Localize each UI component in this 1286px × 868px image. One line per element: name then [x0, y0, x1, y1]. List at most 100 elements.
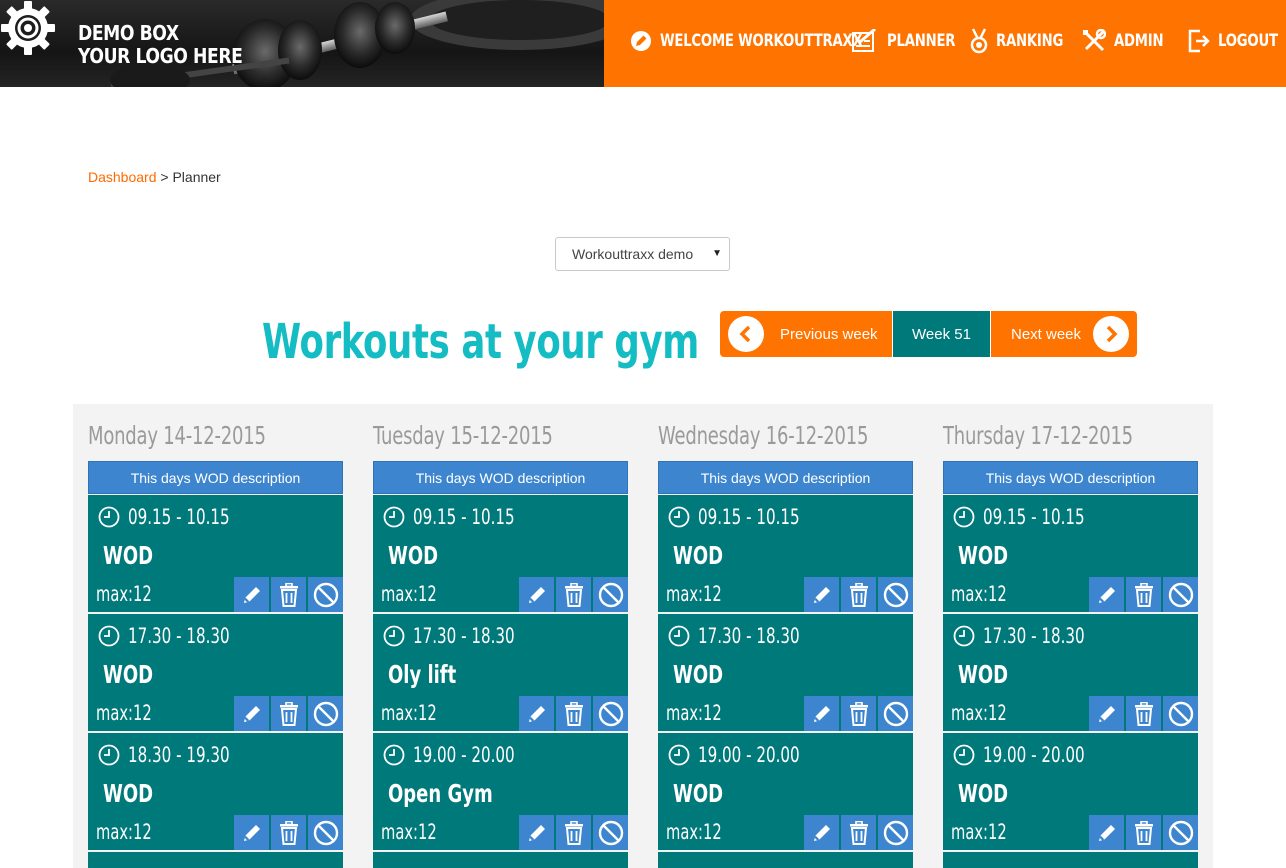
brand-text: DEMO BOX YOUR LOGO HERE: [78, 22, 243, 68]
delete-session-button[interactable]: [841, 577, 876, 612]
session-time-text: 19.00 - 20.00: [983, 743, 1085, 767]
delete-session-button[interactable]: [556, 696, 591, 731]
session-card[interactable]: 09.15 - 10.15 WOD max:12: [88, 495, 343, 612]
previous-week-label: Previous week: [780, 325, 878, 343]
cancel-session-button[interactable]: [1163, 815, 1198, 850]
session-max: max:12: [381, 582, 437, 606]
session-card-partial[interactable]: [658, 852, 913, 868]
session-card[interactable]: 19.00 - 20.00 WOD max:12: [943, 733, 1198, 850]
delete-session-button[interactable]: [1126, 577, 1161, 612]
cancel-session-button[interactable]: [878, 696, 913, 731]
session-time: 19.00 - 20.00: [383, 743, 554, 767]
edit-session-button[interactable]: [519, 577, 554, 612]
clock-icon: [668, 744, 690, 766]
session-time: 19.00 - 20.00: [953, 743, 1124, 767]
wod-description-button[interactable]: This days WOD description: [658, 461, 913, 494]
session-actions: [802, 696, 913, 731]
trash-icon: [279, 701, 298, 726]
day-title: Wednesday 16-12-2015: [658, 421, 869, 450]
session-card[interactable]: 17.30 - 18.30 Oly lift max:12: [373, 614, 628, 731]
delete-session-button[interactable]: [556, 577, 591, 612]
delete-session-button[interactable]: [841, 815, 876, 850]
session-card[interactable]: 17.30 - 18.30 WOD max:12: [658, 614, 913, 731]
week-navigation: Previous week Week 51 Next week: [720, 311, 1137, 357]
delete-session-button[interactable]: [556, 815, 591, 850]
day-column: Monday 14-12-2015 This days WOD descripti…: [88, 404, 343, 868]
session-card-partial[interactable]: [88, 852, 343, 868]
cancel-session-button[interactable]: [1163, 696, 1198, 731]
session-card[interactable]: 19.00 - 20.00 Open Gym max:12: [373, 733, 628, 850]
edit-session-button[interactable]: [519, 815, 554, 850]
cancel-session-button[interactable]: [1163, 577, 1198, 612]
clock-icon: [98, 625, 120, 647]
trash-icon: [849, 701, 868, 726]
gym-select[interactable]: Workouttraxx demo ▼: [555, 237, 730, 271]
delete-session-button[interactable]: [841, 696, 876, 731]
session-card[interactable]: 09.15 - 10.15 WOD max:12: [373, 495, 628, 612]
wod-description-button[interactable]: This days WOD description: [88, 461, 343, 494]
session-card[interactable]: 09.15 - 10.15 WOD max:12: [943, 495, 1198, 612]
session-card[interactable]: 09.15 - 10.15 WOD max:12: [658, 495, 913, 612]
nav-logout[interactable]: LOGOUT: [1188, 28, 1286, 54]
wod-description-button[interactable]: This days WOD description: [943, 461, 1198, 494]
day-column: Wednesday 16-12-2015 This days WOD descri…: [658, 404, 913, 868]
logout-icon: [1188, 29, 1210, 53]
cancel-session-button[interactable]: [308, 577, 343, 612]
cancel-session-button[interactable]: [593, 577, 628, 612]
delete-session-button[interactable]: [271, 815, 306, 850]
trash-icon: [279, 820, 298, 845]
pencil-circle-icon: [631, 31, 651, 51]
edit-session-button[interactable]: [234, 696, 269, 731]
pencil-icon: [243, 824, 260, 841]
breadcrumb-dashboard-link[interactable]: Dashboard: [88, 169, 157, 185]
edit-session-button[interactable]: [234, 815, 269, 850]
edit-session-button[interactable]: [804, 696, 839, 731]
session-card-partial[interactable]: [943, 852, 1198, 868]
session-card-partial[interactable]: [373, 852, 628, 868]
checklist-icon: [852, 29, 876, 52]
delete-session-button[interactable]: [271, 577, 306, 612]
trash-icon: [1134, 582, 1153, 607]
session-card[interactable]: 18.30 - 19.30 WOD max:12: [88, 733, 343, 850]
edit-session-button[interactable]: [1089, 815, 1124, 850]
nav-admin[interactable]: ADMIN: [1082, 28, 1177, 54]
cancel-session-button[interactable]: [593, 815, 628, 850]
edit-session-button[interactable]: [804, 577, 839, 612]
edit-session-button[interactable]: [1089, 696, 1124, 731]
session-time: 09.15 - 10.15: [668, 505, 839, 529]
session-time-text: 17.30 - 18.30: [983, 624, 1085, 648]
session-time-text: 17.30 - 18.30: [128, 624, 230, 648]
day-title: Thursday 17-12-2015: [943, 421, 1133, 450]
wod-description-button[interactable]: This days WOD description: [373, 461, 628, 494]
gear-logo-icon[interactable]: [0, 0, 56, 56]
delete-session-button[interactable]: [271, 696, 306, 731]
session-actions: [802, 815, 913, 850]
edit-session-button[interactable]: [1089, 577, 1124, 612]
cancel-icon: [1168, 582, 1193, 607]
cancel-session-button[interactable]: [878, 815, 913, 850]
session-actions: [517, 815, 628, 850]
cancel-session-button[interactable]: [593, 696, 628, 731]
nav-ranking[interactable]: RANKING: [970, 28, 1082, 54]
delete-session-button[interactable]: [1126, 696, 1161, 731]
nav-planner[interactable]: PLANNER: [851, 28, 975, 54]
cancel-icon: [1168, 820, 1193, 845]
edit-session-button[interactable]: [234, 577, 269, 612]
edit-session-button[interactable]: [519, 696, 554, 731]
next-week-button[interactable]: Next week: [991, 311, 1137, 357]
session-card[interactable]: 17.30 - 18.30 WOD max:12: [88, 614, 343, 731]
edit-session-button[interactable]: [804, 815, 839, 850]
session-card[interactable]: 17.30 - 18.30 WOD max:12: [943, 614, 1198, 731]
session-card[interactable]: 19.00 - 20.00 WOD max:12: [658, 733, 913, 850]
cancel-session-button[interactable]: [308, 815, 343, 850]
previous-week-button[interactable]: Previous week: [720, 311, 892, 357]
delete-session-button[interactable]: [1126, 815, 1161, 850]
nav-welcome-label: WELCOME WORKOUTTRAXX: [660, 31, 863, 51]
cancel-session-button[interactable]: [878, 577, 913, 612]
pencil-icon: [1098, 705, 1115, 722]
pencil-icon: [1098, 824, 1115, 841]
cancel-session-button[interactable]: [308, 696, 343, 731]
nav-planner-label: PLANNER: [887, 31, 956, 51]
cancel-icon: [1168, 701, 1193, 726]
session-time-text: 17.30 - 18.30: [698, 624, 800, 648]
